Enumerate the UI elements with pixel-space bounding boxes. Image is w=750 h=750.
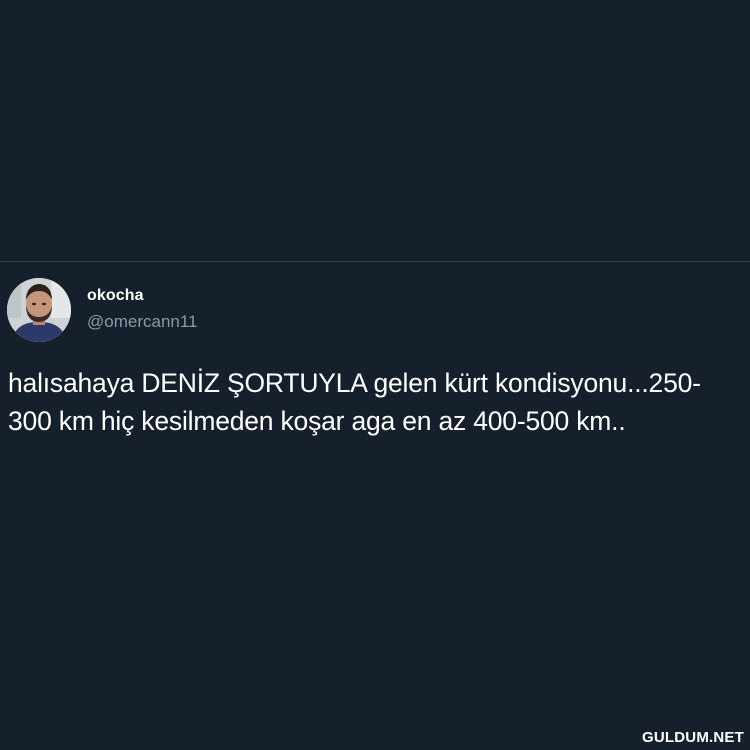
tweet-text: halısahaya DENİZ ŞORTUYLA gelen kürt kon… [8,368,701,436]
display-name[interactable]: okocha [87,287,144,305]
tweet-screenshot: okocha @omercann11 halısahaya DENİZ ŞORT… [0,0,750,750]
user-handle[interactable]: @omercann11 [87,312,198,332]
avatar-image [7,278,71,342]
avatar[interactable] [7,278,71,342]
watermark: GULDUM.NET [642,729,744,746]
divider [0,261,750,262]
